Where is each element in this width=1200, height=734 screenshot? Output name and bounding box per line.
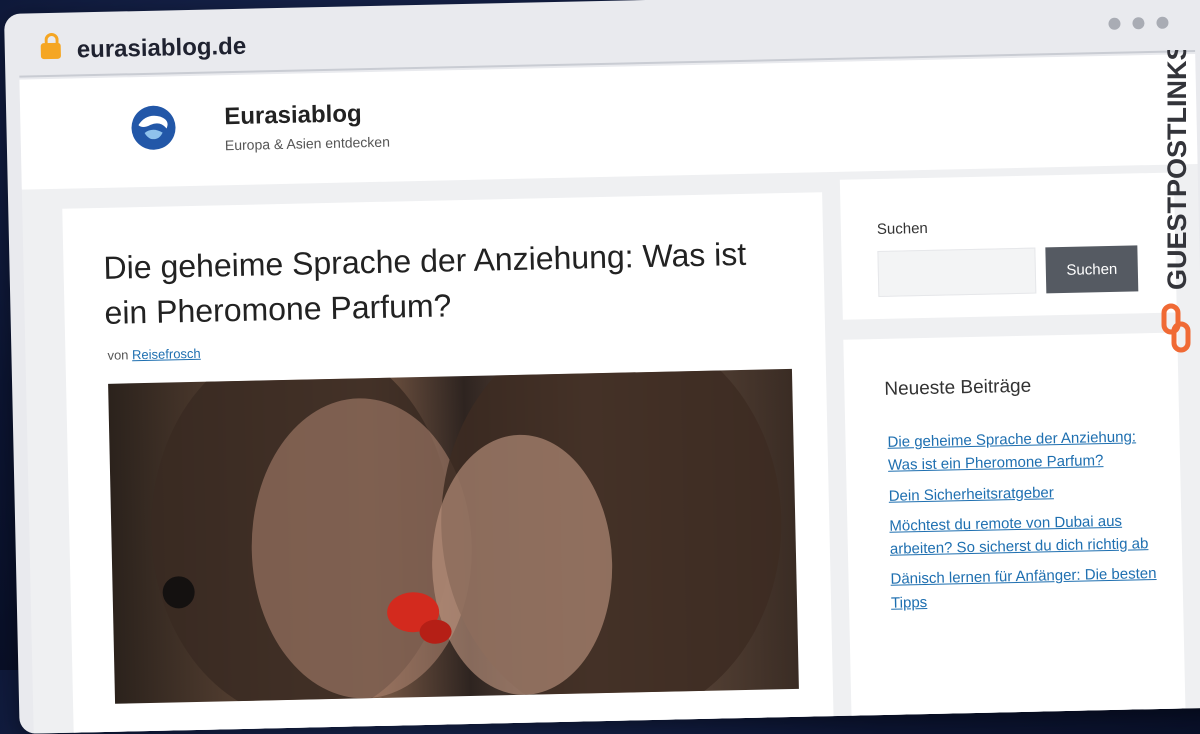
couple-photo-illustration: [151, 368, 782, 704]
search-label: Suchen: [876, 219, 928, 239]
search-widget: Suchen Suchen: [839, 172, 1177, 320]
url-text[interactable]: eurasiablog.de: [77, 33, 247, 65]
article-title: Die geheime Sprache der Anziehung: Was i…: [103, 235, 747, 331]
lock-icon: [40, 42, 61, 60]
watermark-text: GUESTPOSTLINKS: [1162, 50, 1192, 290]
window-dot-icon[interactable]: [1156, 16, 1169, 29]
browser-window: eurasiablog.de Eurasiablog Europa & Asie…: [4, 0, 1200, 734]
window-dot-icon[interactable]: [1132, 17, 1145, 30]
search-button[interactable]: Suchen: [1045, 245, 1139, 294]
recent-posts-list: Die geheime Sprache der Anziehung: Was i…: [887, 425, 1159, 622]
site-title[interactable]: Eurasiablog: [224, 100, 362, 131]
site-header: Eurasiablog Europa & Asien entdecken: [19, 54, 1198, 190]
window-controls: [1108, 16, 1169, 30]
recent-posts-widget: Neueste Beiträge Die geheime Sprache der…: [843, 332, 1187, 734]
recent-post-link[interactable]: Dein Sicherheitsratgeber: [888, 478, 1156, 507]
recent-posts-title: Neueste Beiträge: [884, 375, 1032, 400]
search-input[interactable]: [877, 247, 1037, 297]
guestpostlinks-watermark: GUESTPOSTLINKS: [1161, 50, 1192, 353]
featured-image: [108, 368, 799, 704]
article-card: Die geheime Sprache der Anziehung: Was i…: [62, 192, 835, 734]
byline-prefix: von: [107, 347, 129, 363]
link-chain-icon: [1161, 303, 1191, 353]
recent-post-link[interactable]: Dänisch lernen für Anfänger: Die besten …: [890, 562, 1159, 614]
author-link[interactable]: Reisefrosch: [132, 346, 201, 362]
window-dot-icon[interactable]: [1108, 17, 1121, 30]
site-tagline: Europa & Asien entdecken: [224, 133, 391, 154]
recent-post-link[interactable]: Möchtest du remote von Dubai aus arbeite…: [889, 509, 1158, 561]
site-logo-icon[interactable]: [130, 104, 177, 151]
webpage: Eurasiablog Europa & Asien entdecken Die…: [19, 54, 1200, 734]
byline: von Reisefrosch: [107, 346, 201, 363]
recent-post-link[interactable]: Die geheime Sprache der Anziehung: Was i…: [887, 425, 1156, 477]
